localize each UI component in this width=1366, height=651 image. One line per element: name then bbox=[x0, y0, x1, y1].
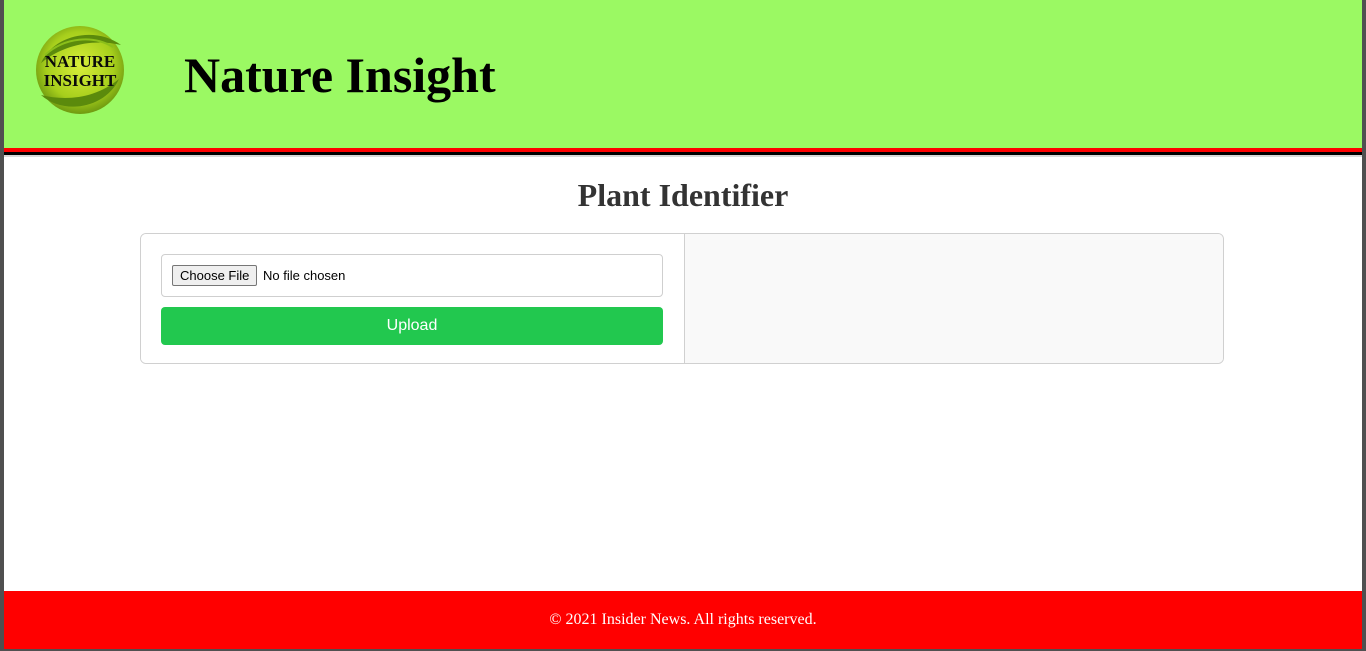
svg-text:NATURE: NATURE bbox=[45, 52, 116, 71]
result-panel bbox=[685, 234, 1223, 363]
site-footer: © 2021 Insider News. All rights reserved… bbox=[4, 591, 1362, 649]
file-input[interactable]: Choose File No file chosen bbox=[161, 254, 663, 297]
file-status-text: No file chosen bbox=[263, 268, 346, 283]
page-frame: NATURE INSIGHT Nature Insight Plant Iden… bbox=[4, 0, 1362, 649]
plant-identifier-card: Choose File No file chosen Upload bbox=[140, 233, 1224, 364]
upload-button[interactable]: Upload bbox=[161, 307, 663, 345]
site-header: NATURE INSIGHT Nature Insight bbox=[4, 0, 1362, 148]
svg-text:INSIGHT: INSIGHT bbox=[44, 71, 117, 90]
nature-insight-logo: NATURE INSIGHT bbox=[36, 26, 124, 114]
header-divider-shadow bbox=[4, 155, 1362, 157]
upload-panel: Choose File No file chosen Upload bbox=[141, 234, 685, 363]
page-title: Plant Identifier bbox=[577, 177, 789, 213]
choose-file-button[interactable]: Choose File bbox=[172, 265, 258, 286]
site-title: Nature Insight bbox=[184, 47, 496, 103]
copyright-text: © 2021 Insider News. All rights reserved… bbox=[549, 611, 817, 628]
